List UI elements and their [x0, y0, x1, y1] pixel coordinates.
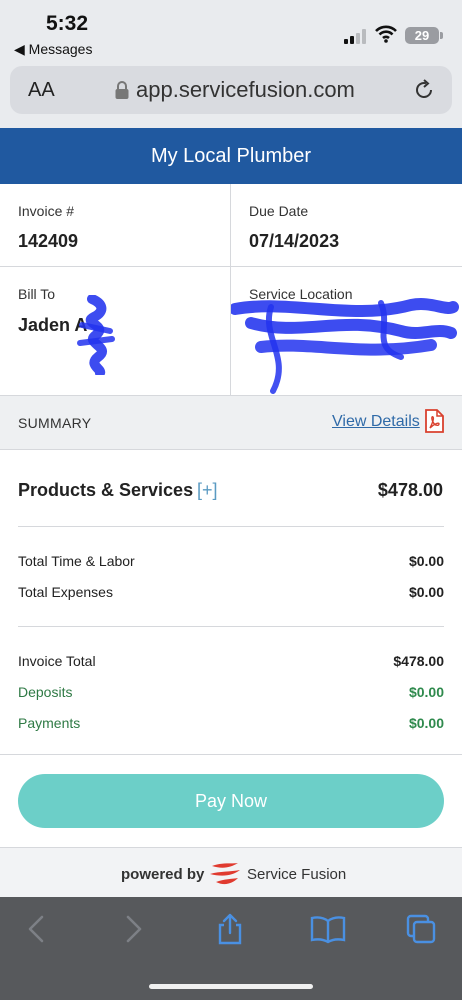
forward-icon[interactable] [118, 913, 148, 945]
cost-label: Total Expenses [18, 584, 113, 600]
redaction-scribble [231, 298, 459, 394]
home-indicator [149, 984, 313, 989]
due-date-label: Due Date [249, 203, 309, 219]
cost-row: Total Expenses $0.00 [18, 584, 444, 604]
reload-icon[interactable] [412, 78, 436, 102]
view-details-link[interactable]: View Details [332, 413, 420, 431]
total-amount: $0.00 [408, 715, 444, 731]
url-text[interactable]: app.servicefusion.com [136, 77, 355, 103]
page-title: My Local Plumber [150, 145, 312, 167]
battery-tip [440, 32, 443, 39]
invoice-number-label: Invoice # [18, 203, 75, 219]
cost-amount: $0.00 [408, 584, 444, 600]
powered-by-footer: powered by Service Fusion [0, 847, 462, 897]
redaction-scribble [77, 295, 115, 375]
total-row: Invoice Total $478.00 [18, 653, 444, 673]
expand-products-button[interactable]: [+] [197, 480, 218, 501]
total-amount: $0.00 [408, 684, 444, 700]
bookmarks-icon[interactable] [310, 913, 346, 945]
tabs-icon[interactable] [406, 913, 436, 945]
products-services-label: Products & Services [18, 480, 194, 500]
total-label: Payments [18, 715, 81, 731]
text-size-button[interactable]: AA [28, 79, 55, 102]
app-header: My Local Plumber [0, 128, 462, 184]
status-time: 5:32 [46, 12, 89, 35]
pay-now-button[interactable]: Pay Now [18, 774, 444, 828]
service-location-cell: Service Location [231, 267, 462, 396]
section-divider [18, 626, 444, 627]
total-row: Deposits $0.00 [18, 684, 444, 704]
service-fusion-logo [210, 863, 240, 885]
pdf-icon[interactable] [424, 409, 444, 433]
invoice-content: Invoice # 142409 Due Date 07/14/2023 Bil… [0, 184, 462, 897]
summary-label: SUMMARY [18, 415, 92, 431]
total-label: Invoice Total [18, 653, 96, 669]
bill-to-label: Bill To [18, 286, 56, 302]
summary-bar: SUMMARY View Details [0, 396, 462, 450]
bill-to-cell: Bill To Jaden A [0, 267, 231, 396]
section-divider [0, 754, 462, 755]
invoice-info-grid: Invoice # 142409 Due Date 07/14/2023 Bil… [0, 184, 462, 396]
battery-indicator: 29 [405, 27, 439, 44]
due-date-value: 07/14/2023 [249, 231, 340, 251]
lock-icon [115, 81, 129, 99]
invoice-number-cell: Invoice # 142409 [0, 184, 231, 267]
share-icon[interactable] [215, 913, 245, 945]
status-bar: 5:32 ◀ Messages 29 [0, 0, 462, 64]
section-divider [18, 526, 444, 527]
powered-by-text: powered by [121, 866, 205, 883]
cost-amount: $0.00 [408, 553, 444, 569]
cost-label: Total Time & Labor [18, 553, 135, 569]
back-icon[interactable] [22, 913, 52, 945]
due-date-cell: Due Date 07/14/2023 [231, 184, 462, 267]
total-row: Payments $0.00 [18, 715, 444, 735]
address-bar[interactable]: AA app.servicefusion.com [10, 66, 452, 114]
total-amount: $478.00 [393, 653, 444, 669]
cellular-signal-icon [344, 28, 370, 44]
invoice-number-value: 142409 [18, 231, 79, 251]
text-size-label: AA [28, 79, 55, 101]
back-to-app-link[interactable]: ◀ Messages [14, 41, 92, 58]
wifi-icon [375, 25, 397, 43]
cost-row: Total Time & Labor $0.00 [18, 553, 444, 573]
service-fusion-brand: Service Fusion [247, 866, 347, 883]
products-services-amount: $478.00 [377, 480, 443, 500]
total-label: Deposits [18, 684, 73, 700]
